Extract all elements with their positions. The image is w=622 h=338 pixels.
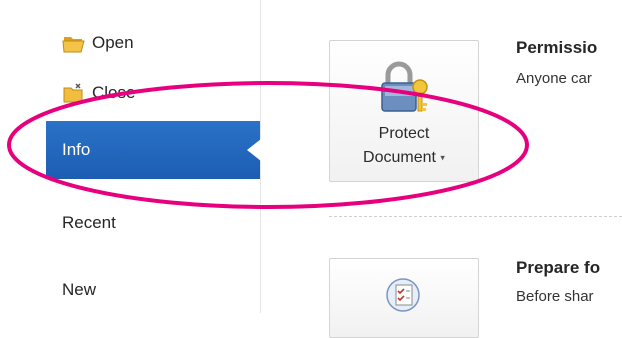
sidebar-item-label: New: [62, 280, 97, 299]
sidebar-item-label: Close: [92, 83, 136, 102]
check-for-issues-button[interactable]: [329, 258, 479, 338]
chevron-down-icon: ▾: [440, 152, 445, 163]
sidebar-item-close[interactable]: Close: [46, 70, 260, 116]
permissions-description: Anyone car: [516, 70, 592, 87]
selected-indicator: [247, 139, 261, 161]
protect-button-label-text: Document: [363, 149, 436, 166]
folder-close-icon: [62, 82, 86, 104]
sidebar-item-new[interactable]: New: [46, 267, 260, 313]
prepare-for-sharing-title: Prepare fo: [516, 258, 601, 277]
sidebar-item-info[interactable]: Info: [46, 121, 261, 179]
checklist-icon: [384, 275, 422, 315]
protect-button-label-line1: Protect: [378, 125, 430, 142]
prepare-for-sharing-description: Before shar: [516, 288, 594, 305]
backstage-sidebar: Open Close Info Recent New: [46, 0, 261, 313]
sidebar-item-open[interactable]: Open: [46, 20, 260, 66]
sidebar-item-label: Open: [92, 33, 134, 52]
sidebar-item-recent[interactable]: Recent: [46, 200, 260, 246]
section-divider: [329, 216, 622, 217]
protect-button-label-line2: Document ▾: [330, 149, 478, 167]
permissions-title: Permissio: [516, 38, 598, 57]
sidebar-item-label: Recent: [62, 213, 116, 232]
lock-key-icon: [374, 59, 432, 121]
protect-document-button[interactable]: Protect Document ▾: [329, 40, 479, 182]
sidebar-item-label: Info: [62, 140, 91, 159]
info-panel: Protect Document ▾ Permissio Anyone car …: [261, 0, 622, 338]
folder-open-icon: [62, 32, 86, 54]
